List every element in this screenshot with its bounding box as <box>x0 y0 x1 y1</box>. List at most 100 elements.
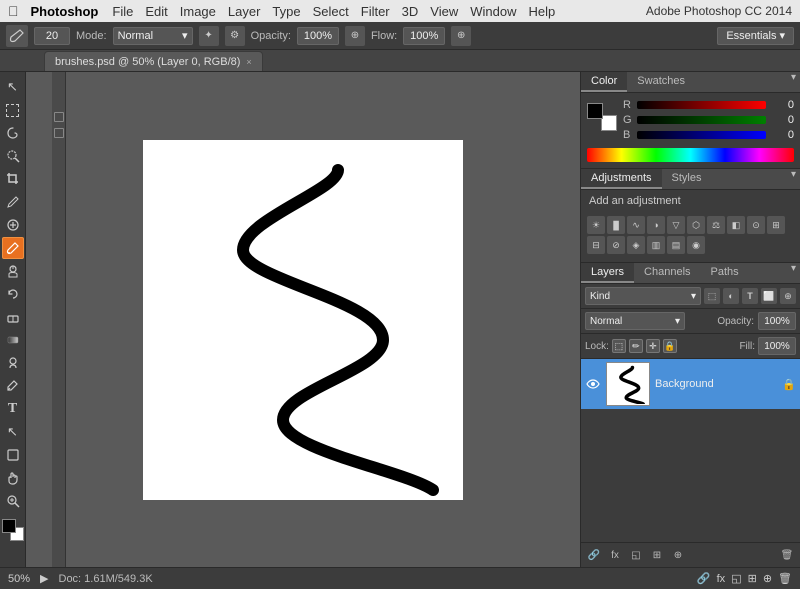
lock-position[interactable]: ✛ <box>646 339 660 353</box>
menu-file[interactable]: File <box>112 4 133 19</box>
strip-icon-1[interactable] <box>54 112 64 122</box>
color-bg-box[interactable] <box>601 115 617 131</box>
tab-channels[interactable]: Channels <box>634 263 700 283</box>
flow-input[interactable] <box>403 27 445 45</box>
menu-filter[interactable]: Filter <box>361 4 390 19</box>
text-tool[interactable]: T <box>2 398 24 420</box>
app-name[interactable]: Photoshop <box>31 4 99 19</box>
lock-all[interactable]: 🔒 <box>663 339 677 353</box>
apple-menu[interactable]:  <box>8 3 19 19</box>
b-slider[interactable] <box>637 131 766 139</box>
menu-help[interactable]: Help <box>528 4 555 19</box>
pen-tool[interactable] <box>2 375 24 397</box>
tab-layers[interactable]: Layers <box>581 263 634 283</box>
brush-tool[interactable] <box>2 237 24 259</box>
eraser-tool[interactable] <box>2 306 24 328</box>
adj-hsl[interactable]: ⬡ <box>687 216 705 234</box>
menu-3d[interactable]: 3D <box>402 4 419 19</box>
opacity-value[interactable]: 100% <box>758 312 796 330</box>
adj-levels[interactable]: ▐▌ <box>607 216 625 234</box>
layers-panel-collapse[interactable]: ▾ <box>787 263 800 283</box>
layer-item-background[interactable]: Background 🔒 <box>581 359 800 409</box>
move-tool[interactable]: ↖ <box>2 76 24 98</box>
mode-dropdown[interactable]: Normal ▾ <box>113 27 193 45</box>
adj-color-balance[interactable]: ⚖ <box>707 216 725 234</box>
r-slider[interactable] <box>637 101 766 109</box>
adj-color-lookup[interactable]: ⊟ <box>587 236 605 254</box>
adj-bw[interactable]: ◧ <box>727 216 745 234</box>
layer-filter-adjust[interactable]: ◐ <box>723 288 739 304</box>
adj-vibrance[interactable]: ▽ <box>667 216 685 234</box>
color-panel-collapse[interactable]: ▾ <box>787 72 800 92</box>
strip-icon-2[interactable] <box>54 128 64 138</box>
tab-adjustments[interactable]: Adjustments <box>581 169 662 189</box>
adj-brightness[interactable]: ☀ <box>587 216 605 234</box>
color-fg-box[interactable] <box>587 103 603 119</box>
add-mask-button[interactable]: ◱ <box>627 546 645 564</box>
menu-image[interactable]: Image <box>180 4 216 19</box>
adj-photo-filter[interactable]: ⊙ <box>747 216 765 234</box>
tab-color[interactable]: Color <box>581 72 627 92</box>
clone-tool[interactable] <box>2 260 24 282</box>
menu-window[interactable]: Window <box>470 4 516 19</box>
brush-settings-icon[interactable]: ⚙ <box>225 26 245 46</box>
airbrush-toggle[interactable]: ✦ <box>199 26 219 46</box>
tab-styles[interactable]: Styles <box>662 169 712 189</box>
shape-tool[interactable] <box>2 444 24 466</box>
adj-threshold[interactable]: ▥ <box>647 236 665 254</box>
foreground-color-chip[interactable] <box>2 519 16 533</box>
color-fg-bg[interactable] <box>587 103 617 131</box>
blend-mode-dropdown[interactable]: Normal ▾ <box>585 312 685 330</box>
dodge-tool[interactable] <box>2 352 24 374</box>
layer-filter-type[interactable]: T <box>742 288 758 304</box>
menu-layer[interactable]: Layer <box>228 4 261 19</box>
history-tool[interactable] <box>2 283 24 305</box>
adj-invert[interactable]: ⊘ <box>607 236 625 254</box>
tab-paths[interactable]: Paths <box>701 263 749 283</box>
kind-dropdown[interactable]: Kind ▾ <box>585 287 701 305</box>
lock-transparent[interactable]: ⬚ <box>612 339 626 353</box>
path-select-tool[interactable]: ↖ <box>2 421 24 443</box>
layer-visibility-toggle[interactable] <box>585 376 601 392</box>
menu-view[interactable]: View <box>430 4 458 19</box>
new-layer-button[interactable]: ⊕ <box>669 546 687 564</box>
color-spectrum[interactable] <box>587 148 794 162</box>
add-style-button[interactable]: fx <box>606 546 624 564</box>
hand-tool[interactable] <box>2 467 24 489</box>
fill-value[interactable]: 100% <box>758 337 796 355</box>
zoom-tool[interactable] <box>2 490 24 512</box>
adj-panel-collapse[interactable]: ▾ <box>787 169 800 189</box>
opacity-input[interactable] <box>297 27 339 45</box>
adj-exposure[interactable]: ◑ <box>647 216 665 234</box>
layer-thumbnail[interactable] <box>606 362 650 406</box>
opacity-pressure-icon[interactable]: ⊕ <box>345 26 365 46</box>
document-tab[interactable]: brushes.psd @ 50% (Layer 0, RGB/8) × <box>44 51 263 71</box>
lasso-tool[interactable] <box>2 122 24 144</box>
lock-image[interactable]: ✏ <box>629 339 643 353</box>
adj-gradient-map[interactable]: ▤ <box>667 236 685 254</box>
eyedropper-tool[interactable] <box>2 191 24 213</box>
new-group-button[interactable]: ⊞ <box>648 546 666 564</box>
menu-type[interactable]: Type <box>272 4 300 19</box>
gradient-tool[interactable] <box>2 329 24 351</box>
fg-bg-colors[interactable] <box>2 519 24 541</box>
adj-posterize[interactable]: ◈ <box>627 236 645 254</box>
layer-filter-pixel[interactable]: ⬚ <box>704 288 720 304</box>
adj-selective-color[interactable]: ◉ <box>687 236 705 254</box>
tab-swatches[interactable]: Swatches <box>627 72 695 92</box>
crop-tool[interactable] <box>2 168 24 190</box>
adj-curves[interactable]: ∿ <box>627 216 645 234</box>
canvas-area[interactable] <box>26 72 580 567</box>
flow-pressure-icon[interactable]: ⊕ <box>451 26 471 46</box>
healing-tool[interactable] <box>2 214 24 236</box>
quick-select-tool[interactable] <box>2 145 24 167</box>
menu-edit[interactable]: Edit <box>145 4 167 19</box>
link-layers-button[interactable]: 🔗 <box>585 546 603 564</box>
delete-layer-button[interactable]: 🗑 <box>778 546 796 564</box>
brush-size-input[interactable] <box>34 27 70 45</box>
g-slider[interactable] <box>637 116 766 124</box>
menu-select[interactable]: Select <box>313 4 349 19</box>
layer-filter-smart[interactable]: ⊕ <box>780 288 796 304</box>
adj-channel-mixer[interactable]: ⊞ <box>767 216 785 234</box>
layer-filter-shape[interactable]: ⬜ <box>761 288 777 304</box>
